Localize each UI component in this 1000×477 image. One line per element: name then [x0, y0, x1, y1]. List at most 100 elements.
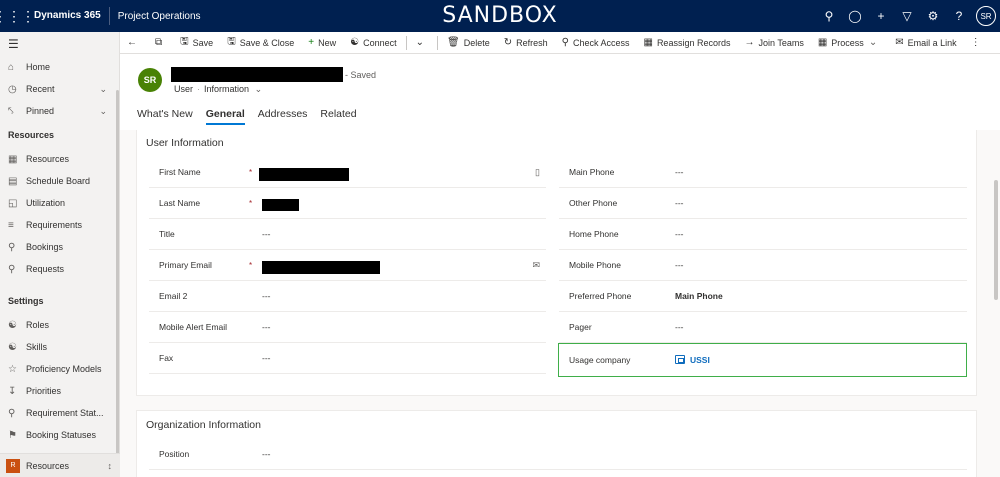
user-avatar[interactable]: SR — [976, 6, 996, 26]
field-other-phone[interactable]: Other Phone --- — [559, 188, 967, 219]
check-access-button[interactable]: ⚲ Check Access — [555, 32, 637, 54]
refresh-button[interactable]: ↻ Refresh — [497, 32, 555, 54]
sidebar-item-proficiency-models[interactable]: ☆ Proficiency Models — [0, 358, 119, 380]
save-close-button[interactable]: 🖫 Save & Close — [220, 32, 301, 54]
list-icon: ≡ — [8, 219, 14, 231]
sidebar-item-booking-statuses[interactable]: ⚑ Booking Statuses — [0, 424, 119, 446]
tab-related[interactable]: Related — [320, 108, 356, 125]
hamburger-menu-icon[interactable]: ☰ — [0, 32, 119, 56]
pin-icon: ⤣ — [8, 105, 14, 117]
app-name[interactable]: Project Operations — [110, 11, 201, 22]
join-icon: → — [744, 37, 755, 48]
sidebar-item-requirement-statuses[interactable]: ⚲ Requirement Stat... — [0, 402, 119, 424]
sidebar-item-requirements[interactable]: ≡ Requirements — [0, 214, 119, 236]
content-scrollbar[interactable] — [994, 180, 998, 300]
email-icon[interactable]: ✉ — [532, 260, 540, 271]
gear-icon[interactable]: ⚙ — [920, 9, 946, 23]
field-home-phone[interactable]: Home Phone --- — [559, 219, 967, 250]
plus-icon[interactable]: + — [868, 9, 894, 23]
entity-form-selector[interactable]: User · Information ⌄ — [174, 84, 262, 95]
required-indicator: * — [249, 198, 253, 208]
record-name-redacted — [171, 67, 343, 82]
field-mobile-alert-email[interactable]: Mobile Alert Email --- — [149, 312, 546, 343]
chevron-down-icon[interactable]: ⌄ — [99, 84, 107, 95]
sidebar-scrollbar[interactable] — [116, 90, 119, 460]
save-close-icon: 🖫 — [227, 36, 236, 47]
field-pager[interactable]: Pager --- — [559, 312, 967, 343]
brand-name[interactable]: Dynamics 365 — [28, 7, 110, 25]
contact-card-icon[interactable]: ▯ — [535, 167, 540, 178]
help-icon[interactable]: ? — [946, 9, 972, 23]
chevron-down-icon: ⌄ — [868, 37, 878, 48]
field-last-name[interactable]: Last Name * — [149, 188, 546, 219]
last-name-redacted — [262, 199, 299, 211]
field-usage-company[interactable]: Usage company USSI — [559, 344, 966, 375]
sidebar-item-bookings[interactable]: ⚲ Bookings — [0, 236, 119, 258]
field-preferred-phone[interactable]: Preferred Phone Main Phone — [559, 281, 967, 312]
lightbulb-icon[interactable]: ◯ — [842, 9, 868, 23]
sidebar-item-requests[interactable]: ⚲ Requests — [0, 258, 119, 280]
sidebar-item-home[interactable]: ⌂ Home — [0, 56, 119, 78]
usage-company-link[interactable]: USSI — [675, 355, 710, 365]
save-button[interactable]: 🖫 Save — [173, 32, 220, 54]
requests-icon: ⚲ — [8, 263, 16, 275]
tab-general[interactable]: General — [205, 108, 245, 125]
connect-button[interactable]: ☯ Connect — [343, 32, 404, 54]
connect-icon: ☯ — [350, 37, 360, 48]
field-main-phone[interactable]: Main Phone --- — [559, 157, 967, 188]
sidebar-item-utilization[interactable]: ◱ Utilization — [0, 192, 119, 214]
company-icon — [675, 355, 685, 364]
sidebar-item-pinned[interactable]: ⤣ Pinned ⌄ — [0, 100, 119, 122]
email-link-button[interactable]: ✉ Email a Link — [888, 32, 963, 54]
sidebar-item-roles[interactable]: ☯ Roles — [0, 314, 119, 336]
delete-button[interactable]: 🗑 Delete — [440, 32, 497, 54]
email-redacted — [262, 261, 380, 274]
trash-icon: 🗑 — [447, 37, 460, 48]
entity-name: User — [174, 84, 194, 94]
sidebar-item-priorities[interactable]: ↧ Priorities — [0, 380, 119, 402]
field-fax[interactable]: Fax --- — [149, 343, 546, 374]
section-title: User Information — [146, 137, 224, 149]
sidebar-item-schedule-board[interactable]: ▤ Schedule Board — [0, 170, 119, 192]
field-primary-email[interactable]: Primary Email * ✉ — [149, 250, 546, 281]
chevron-down-icon[interactable]: ⌄ — [99, 106, 107, 117]
field-mobile-phone[interactable]: Mobile Phone --- — [559, 250, 967, 281]
join-teams-button[interactable]: → Join Teams — [737, 32, 810, 54]
app-launcher-icon[interactable]: ⋮⋮⋮ — [0, 0, 35, 32]
sidebar-item-resources[interactable]: ▦ Resources — [0, 148, 119, 170]
filter-icon[interactable]: ▽ — [894, 9, 920, 23]
required-indicator: * — [249, 167, 253, 177]
key-icon: ⚲ — [561, 37, 569, 48]
divider — [405, 35, 407, 50]
field-position[interactable]: Position --- — [149, 439, 967, 470]
back-button[interactable]: ← — [120, 32, 148, 54]
search-icon[interactable]: ⚲ — [816, 9, 842, 23]
sidebar-item-skills[interactable]: ☯ Skills — [0, 336, 119, 358]
plus-icon: + — [308, 37, 315, 48]
save-status: - Saved — [345, 70, 377, 80]
divider — [437, 35, 438, 50]
field-title[interactable]: Title --- — [149, 219, 546, 250]
required-indicator: * — [249, 260, 253, 270]
tab-addresses[interactable]: Addresses — [258, 108, 308, 125]
section-header-settings: Settings — [8, 296, 44, 306]
sidebar-item-recent[interactable]: ◷ Recent ⌄ — [0, 78, 119, 100]
area-badge: R — [6, 458, 20, 473]
form-content: User Information First Name * ▯ Last Nam… — [120, 130, 1000, 477]
star-icon: ☆ — [8, 363, 17, 375]
home-icon: ⌂ — [8, 61, 15, 73]
new-button[interactable]: + New — [301, 32, 343, 54]
record-avatar: SR — [138, 68, 162, 92]
process-button[interactable]: ▦ Process ⌄ — [811, 32, 888, 54]
more-commands-button[interactable]: ⋮ — [964, 32, 992, 54]
field-email-2[interactable]: Email 2 --- — [149, 281, 546, 312]
form-tabs: What's New General Addresses Related — [137, 108, 370, 125]
bookings-icon: ⚲ — [8, 241, 16, 253]
popout-button[interactable]: ⧉ — [148, 32, 173, 54]
flag-icon: ⚑ — [8, 429, 17, 441]
field-first-name[interactable]: First Name * ▯ — [149, 157, 546, 188]
tab-whats-new[interactable]: What's New — [137, 108, 193, 125]
reassign-records-button[interactable]: ▦ Reassign Records — [636, 32, 737, 54]
area-switcher[interactable]: R Resources ↕ — [0, 453, 120, 477]
connect-dropdown[interactable]: ⌄ — [409, 32, 435, 54]
